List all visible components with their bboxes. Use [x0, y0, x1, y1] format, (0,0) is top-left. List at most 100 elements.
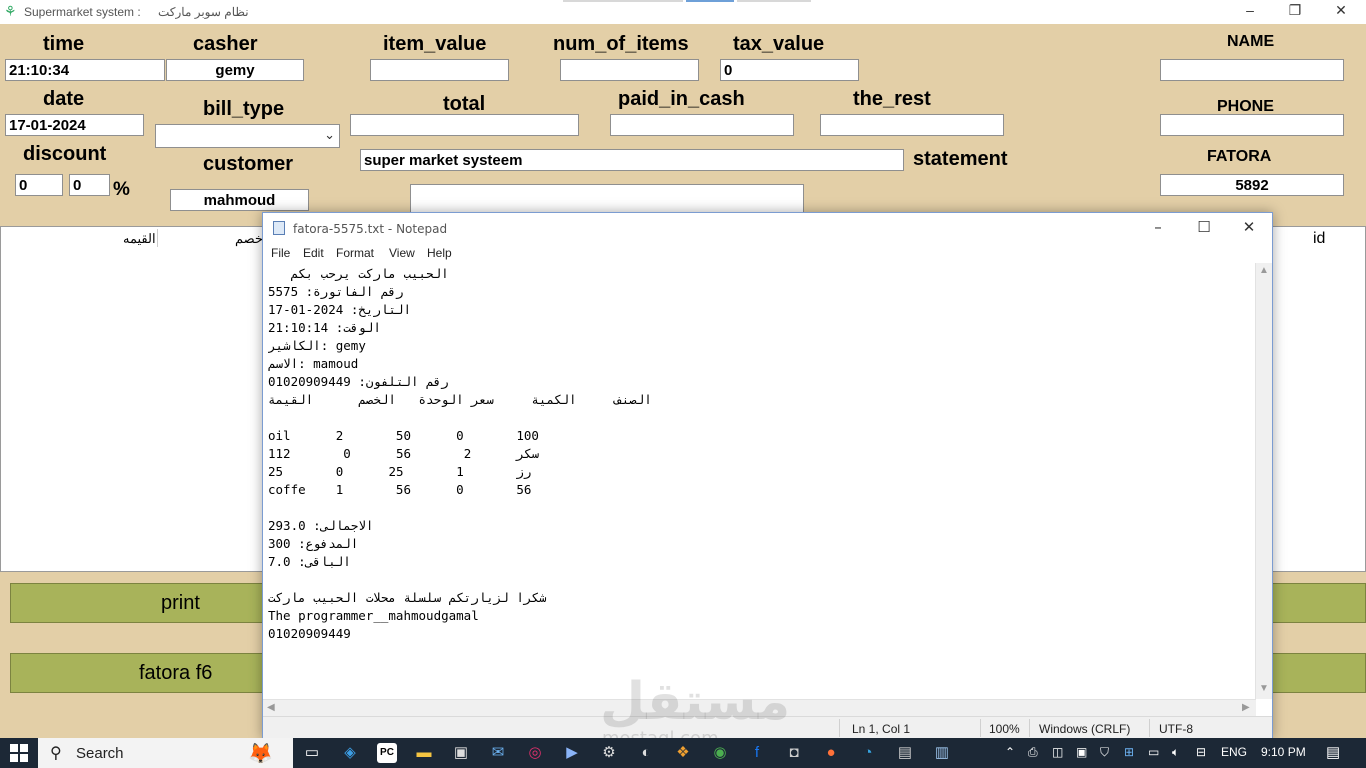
status-zoom: 100% [989, 722, 1020, 736]
search-icon: ⚲ [50, 745, 62, 762]
menu-view[interactable]: View [389, 246, 415, 260]
taskbar-search-box[interactable]: ⚲ Search 🦊 [38, 738, 293, 768]
column-header-id[interactable]: id [1313, 230, 1325, 248]
column-header-discount[interactable]: خصم [235, 231, 263, 247]
titlebar-divider [737, 0, 811, 2]
scroll-down-icon[interactable]: ▼ [1259, 683, 1269, 694]
search-highlight-icon: 🦊 [248, 743, 273, 765]
status-separator [1149, 719, 1150, 737]
network-app-icon[interactable]: ⊞ [1124, 745, 1134, 759]
app-titlebar: ⚘ Supermarket system : نظام سوبر ماركت –… [0, 0, 1366, 24]
tax-value-field[interactable]: 0 [720, 59, 859, 81]
notifications-icon[interactable]: ▤ [1326, 743, 1340, 761]
customer-field[interactable]: mahmoud [170, 189, 309, 211]
percent-sign: % [113, 179, 130, 200]
firefox-icon[interactable]: ● [821, 743, 841, 763]
num-of-items-field[interactable] [560, 59, 699, 81]
camera-icon[interactable]: ◫ [1052, 745, 1063, 759]
status-separator [980, 719, 981, 737]
tax-value-label: tax_value [733, 33, 825, 55]
network-icon[interactable]: ⊟ [1196, 745, 1206, 759]
close-button[interactable]: ✕ [1321, 2, 1361, 19]
paid-in-cash-field[interactable] [610, 114, 794, 136]
notepad-title: fatora-5575.txt - Notepad [293, 222, 448, 236]
menu-file[interactable]: File [271, 246, 290, 260]
fatora-field[interactable]: 5892 [1160, 174, 1344, 196]
bill-type-label: bill_type [203, 98, 285, 120]
scroll-right-icon[interactable]: ▶ [1242, 702, 1250, 713]
app-icon-generic[interactable]: ◐ [636, 743, 656, 763]
discount-percent-field[interactable]: 0 [69, 174, 110, 196]
date-label: date [43, 88, 85, 110]
chevron-down-icon: ⌄ [324, 127, 335, 142]
notepad-text-area[interactable]: الحبيب ماركت يرحب بكم رقم الفاتورة: 5575… [268, 265, 1253, 698]
security-icon[interactable]: ⛉ [1100, 745, 1109, 760]
notepad-taskbar-icon[interactable]: ▥ [932, 743, 952, 763]
bill-type-select[interactable]: ⌄ [155, 124, 340, 148]
total-field[interactable] [350, 114, 579, 136]
clock[interactable]: 9:10 PM [1261, 745, 1306, 759]
print-button-label: print [161, 592, 200, 614]
statement-field[interactable]: super market systeem [360, 149, 904, 171]
taskbar-search-label: Search [76, 745, 124, 762]
language-indicator[interactable]: ENG [1221, 745, 1247, 759]
the-rest-label: the_rest [853, 88, 931, 110]
menu-format[interactable]: Format [336, 246, 374, 260]
notepad-titlebar[interactable]: fatora-5575.txt - Notepad – ☐ ✕ [263, 213, 1272, 243]
instagram-icon[interactable]: ◎ [525, 743, 545, 763]
name-field[interactable] [1160, 59, 1344, 81]
task-view-icon[interactable]: ▭ [302, 743, 322, 763]
the-rest-field[interactable] [820, 114, 1004, 136]
notes-field[interactable] [410, 184, 804, 214]
app-icon-generic-2[interactable]: ◘ [784, 743, 804, 763]
titlebar-accent [686, 0, 734, 2]
item-value-field[interactable] [370, 59, 509, 81]
battery-icon[interactable]: ▭ [1148, 745, 1159, 759]
paid-in-cash-label: paid_in_cash [618, 88, 745, 110]
menu-edit[interactable]: Edit [303, 246, 324, 260]
menu-help[interactable]: Help [427, 246, 452, 260]
total-label: total [443, 93, 486, 115]
notepad-menubar: File Edit Format View Help [263, 243, 1272, 263]
video-icon[interactable]: ▣ [1076, 745, 1087, 759]
facebook-icon[interactable]: f [747, 743, 767, 763]
app-title-arabic: نظام سوبر ماركت [158, 5, 249, 19]
media-icon[interactable]: ▶ [562, 743, 582, 763]
store-icon[interactable]: ▣ [451, 743, 471, 763]
settings-icon[interactable]: ⚙ [599, 743, 619, 763]
tray-overflow-icon[interactable]: ⌃ [1005, 745, 1015, 759]
app-icon-generic-3[interactable]: ▤ [895, 743, 915, 763]
notepad-window[interactable]: fatora-5575.txt - Notepad – ☐ ✕ File Edi… [262, 212, 1273, 739]
scroll-left-icon[interactable]: ◀ [267, 702, 275, 713]
casher-label: casher [193, 33, 258, 55]
discount-value-field[interactable]: 0 [15, 174, 63, 196]
status-separator [1029, 719, 1030, 737]
edge-icon[interactable]: ◔ [858, 743, 878, 763]
scroll-up-icon[interactable]: ▲ [1259, 265, 1269, 276]
notepad-maximize-button[interactable]: ☐ [1181, 218, 1227, 236]
item-value-label: item_value [383, 33, 487, 55]
mail-icon[interactable]: ✉ [488, 743, 508, 763]
date-field[interactable]: 17-01-2024 [5, 114, 144, 136]
restore-button[interactable]: ❐ [1275, 2, 1315, 19]
minimize-button[interactable]: – [1230, 2, 1270, 18]
notepad-close-button[interactable]: ✕ [1226, 218, 1272, 236]
num-of-items-label: num_of_items [553, 33, 689, 55]
chrome-icon[interactable]: ◉ [710, 743, 730, 763]
volume-icon[interactable]: 🔈︎ [1172, 745, 1179, 760]
windows-start-icon[interactable] [10, 744, 28, 762]
customer-label: customer [203, 153, 294, 175]
vscode-icon[interactable]: ◈ [340, 743, 360, 763]
casher-field[interactable]: gemy [166, 59, 304, 81]
pycharm-icon[interactable]: PC [377, 743, 397, 763]
python-app-icon[interactable]: ❖ [673, 743, 693, 763]
time-field[interactable]: 21:10:34 [5, 59, 165, 81]
printer-icon[interactable]: ⎙ [1028, 745, 1038, 760]
notepad-minimize-button[interactable]: – [1135, 218, 1181, 236]
phone-field[interactable] [1160, 114, 1344, 136]
status-separator [839, 719, 840, 737]
notepad-vertical-scrollbar[interactable]: ▲ ▼ [1255, 263, 1272, 699]
fatora-label: FATORA [1207, 148, 1272, 165]
column-header-value[interactable]: القيمه [123, 231, 156, 247]
file-explorer-icon[interactable]: ▬ [414, 743, 434, 763]
